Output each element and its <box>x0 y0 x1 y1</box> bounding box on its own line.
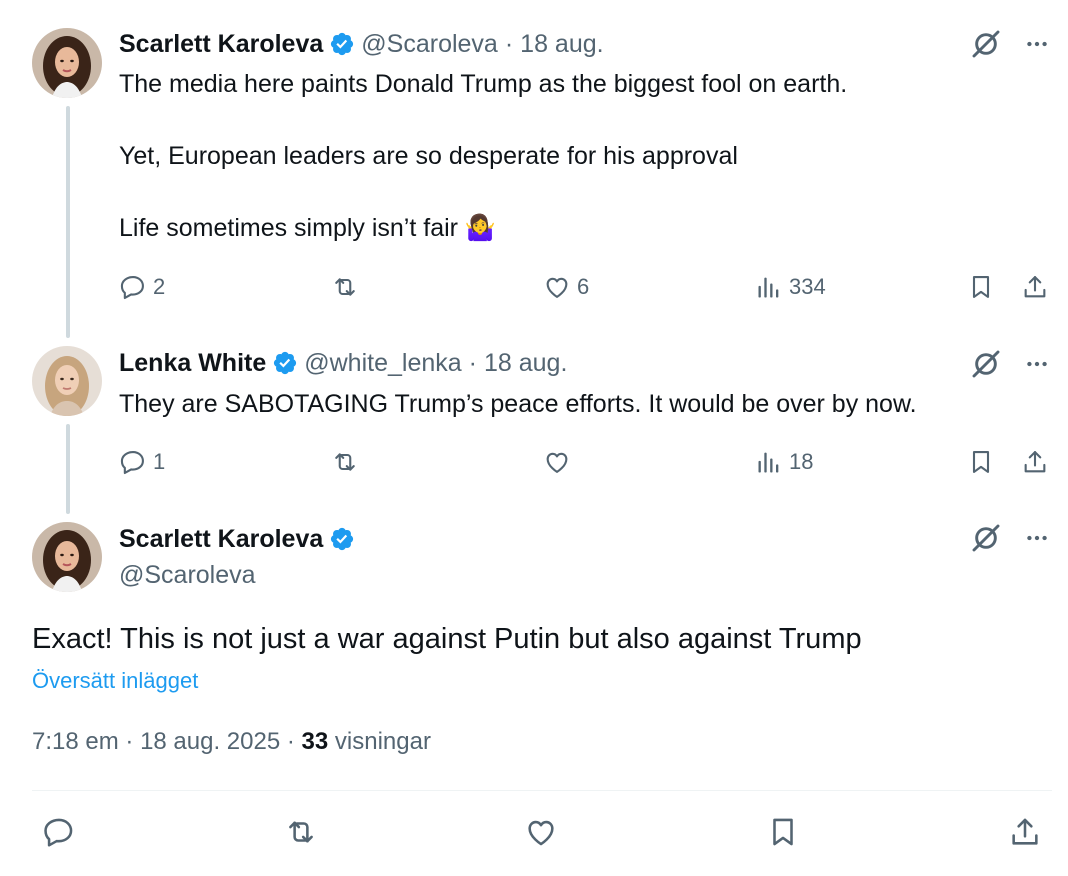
timestamp[interactable]: 18 aug. <box>520 29 603 59</box>
more-icon[interactable] <box>1024 351 1050 377</box>
views-button[interactable]: 334 <box>755 267 826 307</box>
tweet-1-header: Scarlett Karoleva @Scaroleva · 18 aug. <box>119 29 604 59</box>
views-icon <box>755 273 783 301</box>
bookmark-icon <box>967 448 995 476</box>
reply-icon <box>42 815 76 849</box>
grok-icon[interactable] <box>970 522 1002 554</box>
display-name[interactable]: Scarlett Karoleva <box>119 29 323 59</box>
bookmark-icon <box>967 273 995 301</box>
separator: · <box>468 349 477 377</box>
more-icon[interactable] <box>1024 525 1050 551</box>
repost-button[interactable] <box>284 812 318 852</box>
repost-icon <box>331 448 359 476</box>
more-icon[interactable] <box>1024 31 1050 57</box>
tweet-1-top-icons <box>970 28 1050 60</box>
share-icon <box>1021 448 1049 476</box>
grok-icon[interactable] <box>970 348 1002 380</box>
tweet-text: The media here paints Donald Trump as th… <box>119 70 848 242</box>
like-count: 6 <box>577 274 590 299</box>
main-tweet-handle-row: @Scaroleva <box>119 560 256 590</box>
repost-button[interactable] <box>331 267 365 307</box>
repost-icon <box>284 815 318 849</box>
reply-button[interactable] <box>42 812 76 852</box>
tweet-text: They are SABOTAGING Trump’s peace effort… <box>119 390 917 418</box>
share-button[interactable] <box>1008 812 1042 852</box>
bookmark-icon <box>766 815 800 849</box>
repost-icon <box>331 273 359 301</box>
views-count: 33 <box>301 728 329 755</box>
main-tweet-top-icons <box>970 522 1050 554</box>
views-count: 18 <box>789 449 814 474</box>
avatar-scarlett[interactable] <box>32 522 102 592</box>
translate-link[interactable]: Översätt inlägget <box>32 668 198 694</box>
like-icon <box>543 448 571 476</box>
like-icon <box>543 273 571 301</box>
like-button[interactable] <box>524 812 558 852</box>
verified-badge-icon <box>329 31 355 57</box>
views-icon <box>755 448 783 476</box>
views-button[interactable]: 18 <box>755 442 813 482</box>
tweet-2-top-icons <box>970 348 1050 380</box>
tweet-2-header: Lenka White @white_lenka · 18 aug. <box>119 348 567 378</box>
divider <box>32 790 1052 791</box>
tweet-1-actions: 2 6 334 <box>119 267 1055 307</box>
reply-count: 2 <box>153 274 166 299</box>
share-icon <box>1021 273 1049 301</box>
handle[interactable]: @Scaroleva <box>119 560 256 590</box>
reply-icon <box>119 448 147 476</box>
handle[interactable]: @white_lenka <box>304 348 461 378</box>
thread-line-1 <box>66 106 70 338</box>
main-tweet-actions <box>32 812 1052 858</box>
timestamp[interactable]: 18 aug. <box>484 348 567 378</box>
display-name[interactable]: Lenka White <box>119 348 266 378</box>
bookmark-button[interactable] <box>967 442 995 482</box>
main-tweet-meta: 7:18 em · 18 aug. 2025 · 33 visningar <box>32 728 431 756</box>
reply-button[interactable]: 2 <box>119 267 165 307</box>
handle[interactable]: @Scaroleva <box>361 29 498 59</box>
separator: · <box>504 30 514 58</box>
like-icon <box>524 815 558 849</box>
verified-badge-icon <box>272 350 298 376</box>
main-tweet-name-row: Scarlett Karoleva <box>119 524 361 554</box>
tweet-2-actions: 1 18 <box>119 442 1055 482</box>
bookmark-button[interactable] <box>967 267 995 307</box>
separator: · <box>125 728 134 755</box>
post-time[interactable]: 7:18 em <box>32 728 119 755</box>
verified-badge-icon <box>329 526 355 552</box>
thread-line-2 <box>66 424 70 514</box>
like-button[interactable] <box>543 442 577 482</box>
reply-button[interactable]: 1 <box>119 442 165 482</box>
grok-icon[interactable] <box>970 28 1002 60</box>
views-count: 334 <box>789 274 826 299</box>
reply-icon <box>119 273 147 301</box>
display-name[interactable]: Scarlett Karoleva <box>119 524 323 554</box>
separator: · <box>286 728 295 755</box>
reply-count: 1 <box>153 449 166 474</box>
avatar-lenka[interactable] <box>32 346 102 416</box>
share-button[interactable] <box>1021 267 1049 307</box>
like-button[interactable]: 6 <box>543 267 589 307</box>
avatar-scarlett[interactable] <box>32 28 102 98</box>
share-icon <box>1008 815 1042 849</box>
main-tweet-text: Exact! This is not just a war against Pu… <box>32 623 862 655</box>
post-date[interactable]: 18 aug. 2025 <box>140 728 280 755</box>
repost-button[interactable] <box>331 442 365 482</box>
share-button[interactable] <box>1021 442 1049 482</box>
views-label: visningar <box>334 728 431 755</box>
bookmark-button[interactable] <box>766 812 800 852</box>
